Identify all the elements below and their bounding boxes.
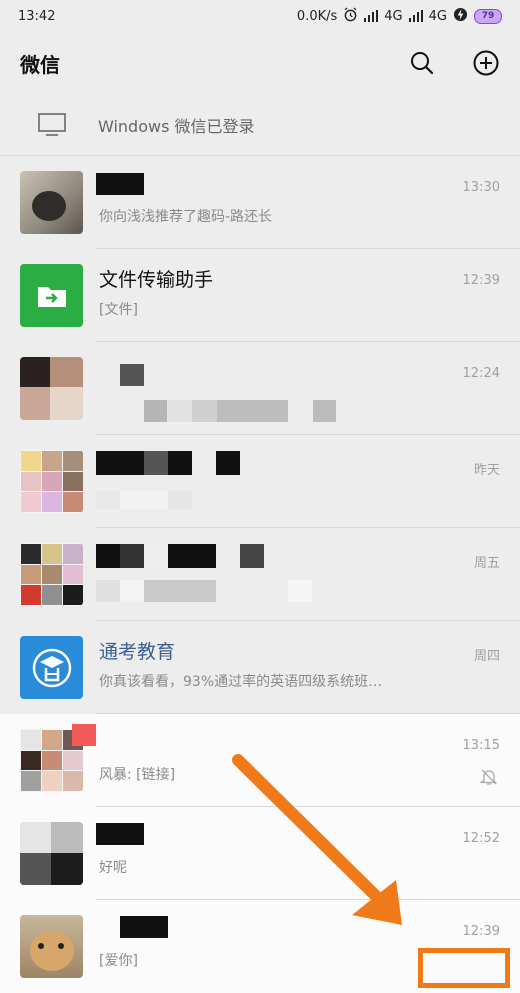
- group-avatar: [20, 450, 83, 513]
- chat-item[interactable]: 文件传输助手 [文件] 12:39: [0, 249, 520, 342]
- chat-preview: [文件]: [99, 302, 138, 318]
- pc-login-banner[interactable]: Windows 微信已登录: [0, 94, 520, 156]
- pixelated-name: [120, 364, 144, 386]
- pixelated-name: [96, 451, 192, 475]
- pixelated-preview: [144, 400, 336, 422]
- chat-item[interactable]: 好呢 12:52: [0, 807, 520, 900]
- charging-icon: [453, 7, 468, 26]
- chat-preview: 你向浅浅推荐了趣码-路还长: [99, 209, 273, 225]
- avatar: [20, 915, 83, 978]
- chat-item[interactable]: 昨天: [0, 435, 520, 528]
- redacted-name: [120, 916, 168, 938]
- mute-bell-icon: [480, 768, 498, 786]
- app-header: 微信: [0, 32, 520, 94]
- chat-time: 13:30: [462, 180, 500, 195]
- search-icon[interactable]: [408, 49, 436, 77]
- chat-item[interactable]: 你向浅浅推荐了趣码-路还长 13:30: [0, 156, 520, 249]
- pixelated-preview: [288, 580, 312, 602]
- pixelated-name: [240, 544, 264, 568]
- redacted-name: [96, 823, 144, 845]
- status-time: 13:42: [18, 8, 56, 24]
- chat-time: 12:39: [462, 273, 500, 288]
- file-transfer-avatar: [20, 264, 83, 327]
- pc-login-text: Windows 微信已登录: [98, 116, 255, 136]
- avatar: [20, 171, 83, 234]
- chat-name: 文件传输助手: [99, 269, 214, 291]
- status-bar: 13:42 0.0K/s 4G 4G 79: [0, 0, 520, 32]
- chat-preview: 你真该看看，93%通过率的英语四级系统班…: [99, 674, 383, 690]
- monitor-icon: [38, 112, 66, 137]
- redacted-name: [96, 173, 144, 195]
- graduation-cap-icon: [32, 648, 71, 687]
- chat-time: 12:39: [462, 924, 500, 939]
- chat-item[interactable]: 通考教育 你真该看看，93%通过率的英语四级系统班… 周四: [0, 621, 520, 714]
- folder-arrow-icon: [37, 286, 66, 307]
- chat-time: 昨天: [473, 463, 500, 478]
- chat-time: 12:24: [462, 366, 500, 381]
- pixelated-preview: [96, 580, 216, 602]
- group-avatar: [20, 543, 83, 606]
- network-type-1: 4G: [384, 8, 403, 24]
- annotation-highlight-box: [418, 948, 510, 988]
- page-title: 微信: [20, 52, 60, 77]
- battery-indicator: 79: [474, 8, 502, 24]
- avatar: [20, 822, 83, 885]
- pixelated-name: [216, 451, 240, 475]
- status-indicators: 0.0K/s 4G 4G 79: [296, 6, 502, 26]
- chat-time: 12:52: [462, 831, 500, 846]
- chat-preview: 风暴: [链接]: [99, 767, 176, 783]
- signal-icon: [364, 10, 379, 22]
- chat-item[interactable]: 风暴: [链接] 13:15: [0, 714, 520, 807]
- alarm-icon: [343, 6, 358, 26]
- chat-preview: [爱你]: [99, 953, 138, 969]
- chat-item[interactable]: 12:24: [0, 342, 520, 435]
- network-speed: 0.0K/s: [296, 8, 338, 24]
- unread-badge: [72, 724, 96, 746]
- network-type-2: 4G: [428, 8, 447, 24]
- pixelated-name: [96, 544, 216, 568]
- chat-time: 13:15: [462, 738, 500, 753]
- chat-time: 周五: [473, 556, 500, 571]
- pixelated-preview: [96, 491, 192, 509]
- avatar: [20, 357, 83, 420]
- chat-list: 你向浅浅推荐了趣码-路还长 13:30 文件传输助手 [文件] 12:39 12…: [0, 156, 520, 993]
- add-circle-icon[interactable]: [472, 49, 500, 77]
- chat-item[interactable]: 周五: [0, 528, 520, 621]
- tongkao-avatar: [20, 636, 83, 699]
- chat-time: 周四: [473, 649, 500, 664]
- chat-name: 通考教育: [99, 641, 176, 663]
- signal-icon: [408, 10, 423, 22]
- chat-preview: 好呢: [99, 860, 127, 876]
